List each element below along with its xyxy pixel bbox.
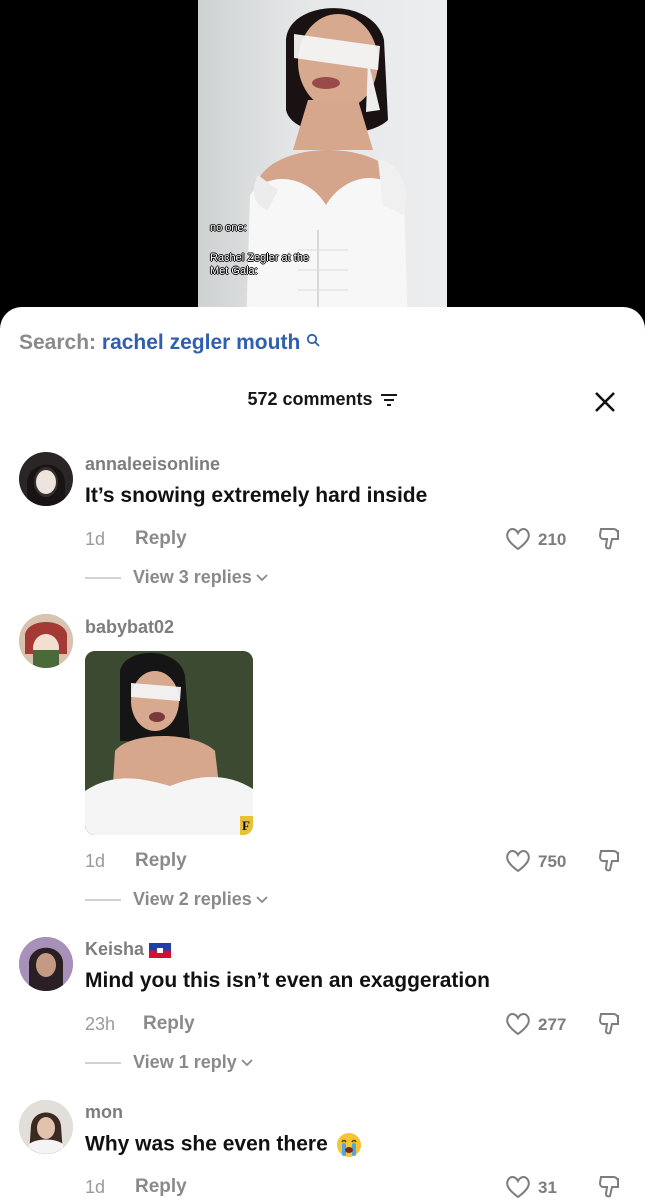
comment-text: Why was she even there [85,1132,362,1158]
replies-divider [85,1062,121,1064]
comment-username[interactable]: annaleeisonline [85,454,220,475]
sort-icon[interactable] [380,393,398,407]
avatar[interactable] [19,937,73,991]
comments-header: 572 comments [0,389,645,410]
view-replies-label: View 2 replies [133,889,252,909]
search-label: Search: [19,331,97,354]
comment-text-content: Why was she even there [85,1132,328,1156]
comments-count: 572 comments [247,389,373,409]
view-replies-label: View 3 replies [133,567,252,587]
comment-username-text: Keisha [85,939,145,959]
video-frame: no one: Rachel Zegler at the Met Gala: [198,0,447,330]
like-count: 31 [538,1178,557,1197]
comment-time: 1d [85,851,106,871]
video-caption-line3: Met Gala: [210,265,258,277]
comment-time: 1d [85,529,106,549]
search-icon [307,333,320,347]
video-player[interactable]: no one: Rachel Zegler at the Met Gala: [0,0,645,330]
view-replies-button[interactable]: View 2 replies [133,889,268,910]
dislike-icon[interactable] [597,1011,623,1037]
comment-time: 23h [85,1014,116,1034]
video-caption-line1: no one: [210,222,247,234]
dislike-icon[interactable] [597,526,623,552]
dislike-icon[interactable] [597,1174,623,1200]
view-replies-label: View 1 reply [133,1052,237,1072]
reply-button[interactable]: Reply [135,528,187,550]
avatar[interactable] [19,614,73,668]
comment-username[interactable]: babybat02 [85,617,174,638]
close-icon[interactable] [592,389,618,415]
haiti-flag-icon [149,942,172,958]
replies-divider [85,899,121,901]
comment-username[interactable]: mon [85,1102,123,1123]
chevron-down-icon [256,896,268,904]
avatar[interactable] [19,452,73,506]
reply-button[interactable]: Reply [135,850,187,872]
search-suggestion[interactable]: Search: rachel zegler mouth [19,331,320,355]
replies-divider [85,577,121,579]
reply-button[interactable]: Reply [143,1013,195,1035]
view-replies-button[interactable]: View 3 replies [133,567,268,588]
like-count: 277 [538,1015,567,1034]
comment-text: Mind you this isn’t even an exaggeration [85,969,490,992]
crying-face-emoji-icon [336,1133,361,1157]
view-replies-button[interactable]: View 1 reply [133,1052,253,1073]
dislike-icon[interactable] [597,848,623,874]
like-count: 750 [538,852,567,871]
heart-icon[interactable] [505,849,531,873]
like-count: 210 [538,530,567,549]
heart-icon[interactable] [505,527,531,551]
comment-text: It’s snowing extremely hard inside [85,484,428,507]
gif-watermark-letter: F [242,818,250,833]
chevron-down-icon [241,1059,253,1067]
video-caption-line2: Rachel Zegler at the [210,252,310,264]
comment-gif[interactable]: F [85,651,253,835]
avatar[interactable] [19,1100,73,1154]
chevron-down-icon [256,574,268,582]
heart-icon[interactable] [505,1175,531,1199]
comment-time: 1d [85,1177,106,1197]
reply-button[interactable]: Reply [135,1176,187,1198]
search-query[interactable]: rachel zegler mouth [102,331,300,354]
video-frame-figure [246,8,408,330]
comment-username[interactable]: Keisha [85,939,172,960]
heart-icon[interactable] [505,1012,531,1036]
